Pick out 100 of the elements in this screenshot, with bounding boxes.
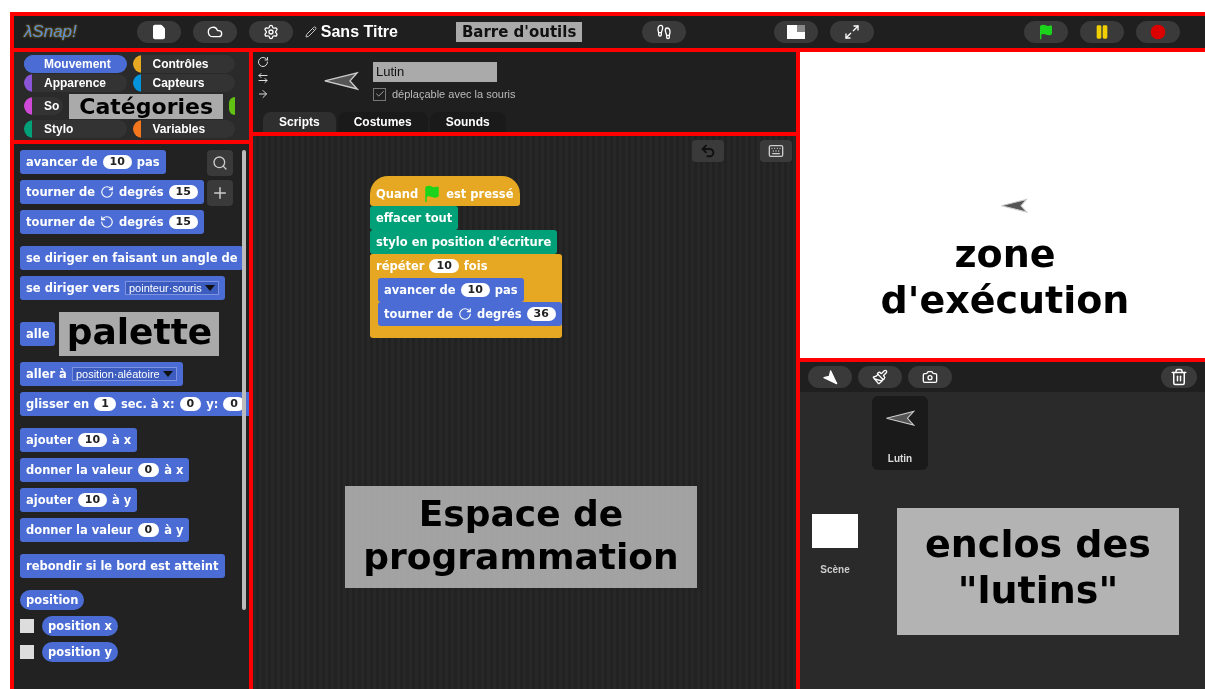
search-icon [212,155,228,171]
file-button[interactable] [136,21,181,43]
command-block[interactable]: avancer de 10 pas [378,278,524,302]
sprite-arrow-icon [885,410,915,427]
reporter-block[interactable]: position y [42,641,118,662]
stop-icon [1150,24,1167,40]
command-block[interactable]: aller à position·aléatoire [20,361,183,386]
tab[interactable]: Costumes [337,112,428,132]
number-slot[interactable]: 10 [102,155,132,169]
paintbrush-button[interactable] [858,366,902,388]
category-button[interactable]: Contrôles [132,55,235,73]
command-block[interactable]: donner la valeur 0 à x [20,457,190,482]
category-button[interactable]: So [24,97,64,115]
command-block[interactable]: alle [20,321,56,346]
number-slot[interactable]: 0 [137,522,160,537]
rotate-clockwise-icon [99,185,114,199]
number-slot[interactable]: 0 [223,396,245,411]
number-slot[interactable]: 10 [77,492,108,507]
flag-icon [423,185,442,203]
logo[interactable]: λSnap! [18,22,83,42]
plus-icon [211,184,229,202]
sprite-arrow-icon [1000,198,1028,214]
tab[interactable]: Scripts [263,112,336,132]
cloud-icon [206,24,223,40]
flag-icon [1038,24,1055,40]
number-slot[interactable]: 36 [526,307,556,321]
annotation-label: zone d'exécution [880,232,1130,324]
stage-size-button[interactable] [774,21,819,43]
annotation-label: Catégories [69,93,224,119]
arrow-icon [822,369,838,385]
annotation-label: Barre d'outils [455,22,583,42]
checkbox-label: déplaçable avec la souris [392,88,516,100]
command-block[interactable]: se diriger en faisant un angle de [20,246,244,270]
command-block[interactable]: donner la valeur 0 à y [20,517,190,542]
sprite-arrow-icon [323,71,359,91]
stage-thumbnail[interactable]: Scène [812,514,858,575]
fullscreen-icon [844,24,861,40]
add-button[interactable] [207,180,233,206]
annotation-label: enclos des "lutins" [897,508,1179,636]
sprite-thumbnail[interactable]: Lutin [872,396,928,470]
number-slot[interactable]: 1 [94,396,116,411]
command-block[interactable]: tourner de degrés 15 [20,210,204,234]
settings-button[interactable] [248,21,293,43]
trash-button[interactable] [1161,366,1197,388]
reporter-block[interactable]: position [20,589,85,610]
arrow-button[interactable] [808,366,852,388]
command-block[interactable]: tourner de degrés 15 [20,180,204,204]
category-button[interactable]: Stylo [24,120,127,138]
left-right-arrows-icon[interactable] [257,72,269,84]
category-button[interactable]: Capteurs [132,74,235,92]
number-slot[interactable]: 15 [168,215,198,229]
number-slot[interactable]: 10 [460,283,490,297]
flag-button[interactable] [1024,21,1069,43]
pause-button[interactable] [1080,21,1125,43]
number-slot[interactable]: 10 [77,432,108,447]
command-block[interactable]: se diriger vers pointeur·souris [20,276,225,300]
number-slot[interactable]: 10 [429,259,459,273]
cloud-button[interactable] [192,21,237,43]
dropdown-slot[interactable]: position·aléatoire [71,366,177,381]
search-button[interactable] [207,150,233,176]
rotate-clockwise-icon [457,307,472,321]
rotate-clockwise-icon[interactable] [257,56,269,68]
footprints-icon [656,24,673,40]
command-block[interactable]: glisser en 1 sec. à x: 0 y: 0 [20,391,249,416]
tab[interactable]: Sounds [429,112,506,132]
keyboard-button[interactable] [760,140,792,162]
stage-preview [812,514,858,548]
checkbox[interactable] [20,618,34,633]
dropdown-slot[interactable]: pointeur·souris [124,281,219,295]
checkbox[interactable] [373,87,386,101]
command-block[interactable]: rebondir si le bord est atteint [20,553,225,578]
sprite-name-field[interactable]: Lutin [373,61,497,82]
category-button[interactable]: Apparence [24,74,127,92]
reporter-block[interactable]: position x [42,615,118,636]
keyboard-icon [768,143,784,159]
checkbox[interactable] [20,644,34,659]
paintbrush-icon [872,369,888,385]
stop-button[interactable] [1136,21,1181,43]
file-icon [150,24,167,40]
camera-button[interactable] [908,366,952,388]
command-block[interactable]: avancer de 10 pas [20,150,166,174]
check-icon [374,89,385,99]
command-block[interactable]: tourner de degrés 36 [378,302,562,326]
project-title: Sans Titre [320,23,398,41]
stage-size-icon [787,25,806,39]
number-slot[interactable]: 15 [168,185,198,199]
command-block[interactable]: ajouter 10 à y [20,487,138,512]
annotation-label: palette [59,312,220,356]
right-arrow-icon[interactable] [257,88,269,100]
command-block[interactable]: ajouter 10 à x [20,427,138,452]
category-button[interactable]: Variables [132,120,235,138]
annotation-label: Espace de programmation [345,486,697,589]
category-button[interactable]: Mouvement [24,55,127,73]
repeat-block[interactable]: répéter 10 fois avancer de 10 pas tourner de degrés 36 [370,254,562,338]
fullscreen-button[interactable] [830,21,875,43]
number-slot[interactable]: 0 [137,462,160,477]
camera-icon [922,369,938,385]
footprints-button[interactable] [642,21,687,43]
number-slot[interactable]: 0 [179,396,202,411]
rotate-counterclockwise-icon [99,215,114,229]
